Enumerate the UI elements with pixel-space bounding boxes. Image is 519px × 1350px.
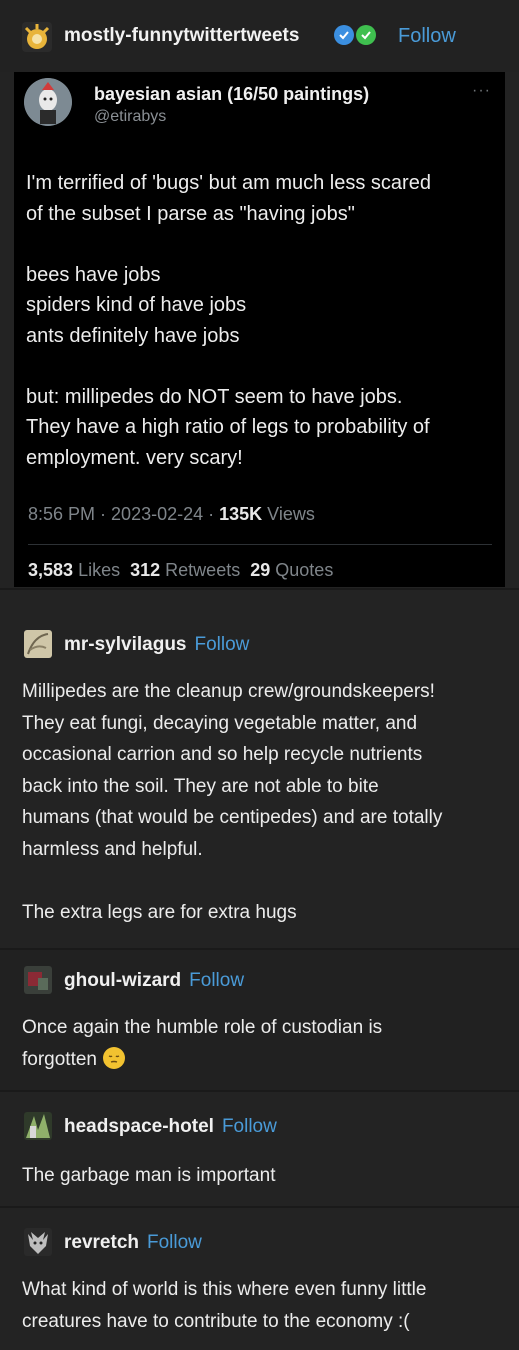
views-count: 135K — [219, 504, 263, 524]
retweets-label[interactable]: Retweets — [165, 560, 240, 580]
quotes-label[interactable]: Quotes — [275, 560, 333, 580]
quotes-count[interactable]: 29 — [250, 560, 270, 580]
reply-username[interactable]: mr-sylvilagus — [64, 634, 187, 655]
verified-check-icon — [334, 25, 354, 45]
reply-line: humans (that would be centipedes) and ar… — [22, 807, 443, 828]
follow-button[interactable]: Follow — [222, 1116, 277, 1137]
reply-author: mr-sylvilagus Follow — [64, 634, 249, 656]
likes-count[interactable]: 3,583 — [28, 560, 73, 580]
reply-text: Once again the humble role of custodian … — [22, 1012, 502, 1075]
tumblr-post: mostly-funnytwittertweets Follow bayesia… — [0, 0, 519, 1350]
tweet-handle[interactable]: @etirabys — [94, 108, 166, 126]
tweet-stats: 3,583 Likes 312 Retweets 29 Quotes — [28, 560, 333, 581]
badges — [334, 25, 376, 45]
reply-username[interactable]: revretch — [64, 1232, 139, 1253]
tweet-text: I'm terrified of 'bugs' but am much less… — [26, 168, 496, 473]
tweet-date[interactable]: 2023-02-24 — [111, 504, 203, 524]
follow-button[interactable]: Follow — [398, 25, 456, 48]
tweet-line: I'm terrified of 'bugs' but am much less… — [26, 172, 431, 194]
ellipsis-icon[interactable]: ··· — [472, 82, 491, 100]
reply-line: creatures have to contribute to the econ… — [22, 1310, 410, 1332]
reply-mr-sylvilagus: mr-sylvilagus Follow Millipedes are the c… — [0, 590, 519, 950]
blog-avatar[interactable] — [22, 22, 52, 52]
reply-line: Once again the humble role of custodian … — [22, 1017, 383, 1038]
tweet-timestamp: 8:56 PM · 2023-02-24 · 135K Views — [28, 504, 315, 524]
tweet-line: They have a high ratio of legs to probab… — [26, 416, 430, 438]
likes-label[interactable]: Likes — [78, 560, 120, 580]
reply-avatar[interactable] — [24, 1228, 52, 1256]
reply-text: Millipedes are the cleanup crew/groundsk… — [22, 676, 502, 928]
reply-line: occasional carrion and so help recycle n… — [22, 744, 423, 765]
follow-button[interactable]: Follow — [189, 970, 244, 991]
blog-name[interactable]: mostly-funnytwittertweets — [64, 25, 299, 47]
follow-button[interactable]: Follow — [195, 634, 250, 655]
reply-text: What kind of world is this where even fu… — [22, 1274, 502, 1337]
tweet-line: of the subset I parse as "having jobs" — [26, 202, 355, 225]
green-check-icon — [356, 25, 376, 45]
tweet-line: bees have jobs — [26, 263, 161, 286]
reply-line: forgotten — [22, 1044, 502, 1076]
tweet-time[interactable]: 8:56 PM — [28, 504, 95, 524]
reply-line: The garbage man is important — [22, 1165, 276, 1186]
post-header: mostly-funnytwittertweets Follow — [0, 0, 519, 72]
reply-avatar[interactable] — [24, 1112, 52, 1140]
reply-line: back into the soil. They are not able to… — [22, 775, 379, 797]
reply-line: harmless and helpful. — [22, 838, 203, 860]
tweet-line: but: millipedes do NOT seem to have jobs… — [26, 385, 403, 408]
divider — [28, 544, 492, 545]
reply-line: What kind of world is this where even fu… — [22, 1279, 427, 1300]
follow-button[interactable]: Follow — [147, 1232, 202, 1253]
tweet-display-name[interactable]: bayesian asian (16/50 paintings) — [94, 84, 369, 105]
reply-text: The garbage man is important — [22, 1160, 502, 1192]
reply-author: revretch Follow — [64, 1232, 202, 1254]
tweet-line: employment. very scary! — [26, 446, 243, 469]
reply-author: headspace-hotel Follow — [64, 1116, 277, 1138]
reply-line: They eat fungi, decaying vegetable matte… — [22, 712, 418, 734]
reply-author: ghoul-wizard Follow — [64, 970, 244, 992]
tweet-line: ants definitely have jobs — [26, 324, 240, 347]
reply-username[interactable]: headspace-hotel — [64, 1116, 214, 1137]
reply-headspace-hotel: headspace-hotel Follow The garbage man is… — [0, 1092, 519, 1207]
reply-username[interactable]: ghoul-wizard — [64, 970, 181, 991]
reply-avatar[interactable] — [24, 630, 52, 658]
views-label: Views — [267, 504, 315, 524]
reply-ghoul-wizard: ghoul-wizard Follow Once again the humble… — [0, 950, 519, 1090]
tweet-line: spiders kind of have jobs — [26, 294, 247, 316]
pensive-face-emoji — [103, 1046, 125, 1069]
reply-revretch: revretch Follow What kind of world is thi… — [0, 1208, 519, 1350]
retweets-count[interactable]: 312 — [130, 560, 160, 580]
reply-line: The extra legs are for extra hugs — [22, 901, 297, 923]
embedded-tweet: bayesian asian (16/50 paintings) @etirab… — [14, 72, 505, 587]
tweet-avatar[interactable] — [24, 78, 72, 126]
reply-avatar[interactable] — [24, 966, 52, 994]
reply-line: Millipedes are the cleanup crew/groundsk… — [22, 681, 435, 702]
